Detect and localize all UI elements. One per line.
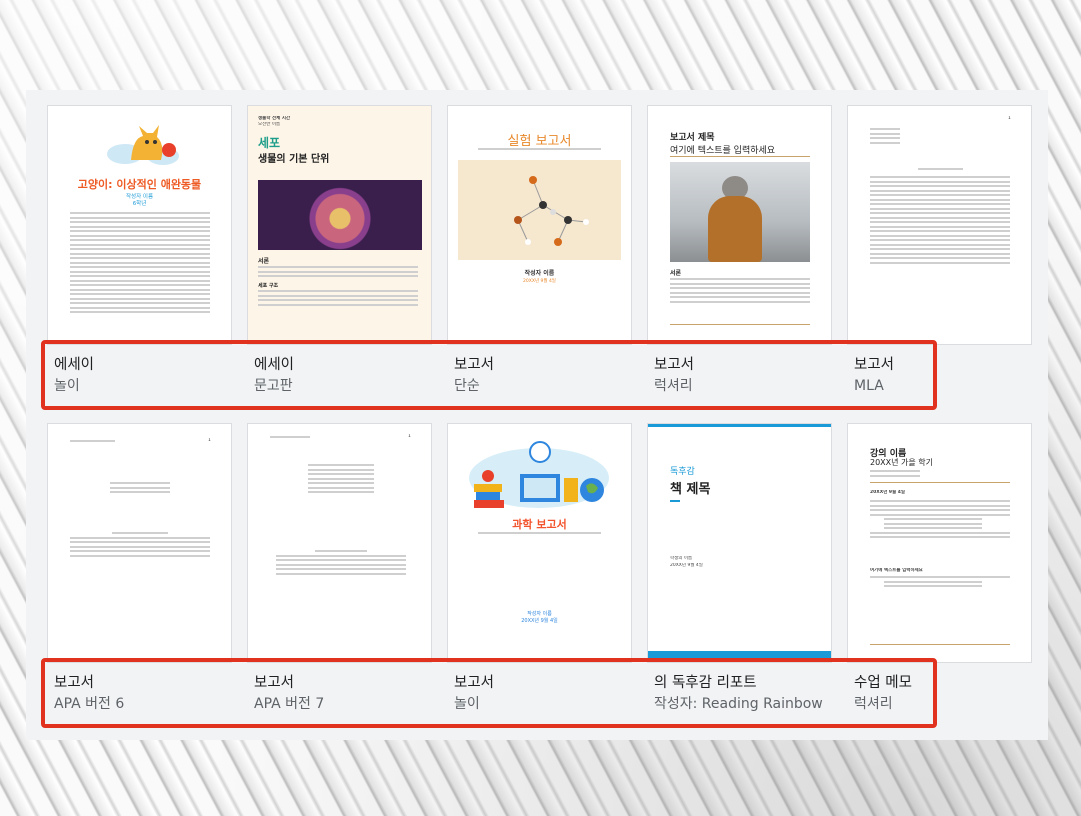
template-style: 놀이 xyxy=(454,696,480,712)
template-category: 보고서 xyxy=(254,675,295,691)
page-number: 1 xyxy=(408,434,411,439)
page-number: 1 xyxy=(1008,116,1011,121)
divider xyxy=(670,324,810,325)
template-card-report-apa6[interactable]: 1 xyxy=(48,424,231,662)
template-style: APA 버전 6 xyxy=(54,696,125,712)
divider xyxy=(670,156,810,157)
template-subtitle: 6학년 xyxy=(132,201,147,207)
template-date: 20XX년 9월 4일 xyxy=(521,618,558,624)
template-style: APA 버전 7 xyxy=(254,696,325,712)
template-style: 럭셔리 xyxy=(654,378,693,394)
title-block-placeholder xyxy=(110,482,170,496)
date-heading: 20XX년 9월 4일 xyxy=(870,490,906,495)
body-text-placeholder xyxy=(276,550,406,577)
template-label[interactable]: 보고서 럭셔리 xyxy=(654,355,844,397)
template-style: 놀이 xyxy=(54,378,80,394)
section-heading: 여기에 텍스트를 입력하세요 xyxy=(870,568,923,573)
template-kicker-2: 오전반 이름 xyxy=(258,122,281,127)
template-date: 20XX년 9월 4일 xyxy=(670,563,703,568)
template-title: 세포 xyxy=(258,136,281,150)
template-label[interactable]: 보고서 놀이 xyxy=(454,673,644,715)
science-illustration xyxy=(469,441,609,508)
template-title: 책 제목 xyxy=(670,482,711,497)
divider xyxy=(870,644,1010,645)
template-label[interactable]: 수업 메모 럭셔리 xyxy=(854,673,934,715)
title-underline xyxy=(670,500,680,502)
section-heading: 서론 xyxy=(258,258,270,265)
template-card-report-simple[interactable]: 실험 보고서 작성자 이름 20XX년 9월 4일 xyxy=(448,106,631,344)
template-gallery: 고양이: 이상적인 애완동물 작성자 이름 6학년 생물학 전체 시간 오전반 … xyxy=(26,90,1048,740)
template-title: 여기에 텍스트를 입력하세요 xyxy=(670,146,776,156)
body-text-placeholder xyxy=(670,278,810,305)
template-style: 문고판 xyxy=(254,378,293,394)
top-accent-bar xyxy=(648,424,831,427)
template-subtitle: 20XX년 가을 학기 xyxy=(870,458,934,467)
template-card-essay-paperback[interactable]: 생물학 전체 시간 오전반 이름 세포 생물의 기본 단위 서론 세포 구조 xyxy=(248,106,431,344)
template-card-book-report[interactable]: 독후감 책 제목 학생의 이름 20XX년 9월 4일 xyxy=(648,424,831,662)
body-text-placeholder xyxy=(70,212,210,316)
template-kicker: 생물학 전체 시간 xyxy=(258,116,291,121)
body-text-placeholder xyxy=(70,532,210,559)
running-head-placeholder xyxy=(270,436,310,441)
template-category: 보고서 xyxy=(454,357,495,373)
template-label[interactable]: 의 독후감 리포트 작성자: Reading Rainbow xyxy=(654,673,844,715)
template-kicker: 독후감 xyxy=(670,467,695,477)
section-heading: 세포 구조 xyxy=(258,283,279,289)
section-heading: 서론 xyxy=(670,270,682,277)
template-author: 작성자 이름 xyxy=(524,270,555,277)
template-title-small: 보고서 제목 xyxy=(670,133,715,143)
template-style: 단순 xyxy=(454,378,480,394)
cell-illustration xyxy=(258,180,422,250)
title-placeholder xyxy=(918,168,963,173)
template-style: 럭셔리 xyxy=(854,696,893,712)
template-card-report-playful[interactable]: 과학 보고서 작성자 이름 20XX년 9월 4일 xyxy=(448,424,631,662)
title-block-placeholder xyxy=(308,464,374,496)
cat-illustration-icon xyxy=(107,125,179,165)
template-title: 과학 보고서 xyxy=(512,518,567,531)
template-card-report-mla[interactable]: 1 xyxy=(848,106,1031,344)
template-card-class-notes[interactable]: 강의 이름 20XX년 가을 학기 20XX년 9월 4일 여기에 텍스트를 입… xyxy=(848,424,1031,662)
template-title: 고양이: 이상적인 애완동물 xyxy=(77,178,202,191)
template-date: 20XX년 9월 4일 xyxy=(523,279,556,284)
subtitle-placeholder xyxy=(870,470,920,479)
page-number: 1 xyxy=(208,438,211,443)
template-category: 의 독후감 리포트 xyxy=(654,675,757,691)
body-text-placeholder xyxy=(870,500,1010,541)
template-author: 학생의 이름 xyxy=(670,556,693,561)
hiker-photo xyxy=(670,162,810,262)
template-label[interactable]: 보고서 단순 xyxy=(454,355,644,397)
template-card-report-apa7[interactable]: 1 xyxy=(248,424,431,662)
template-category: 보고서 xyxy=(454,675,495,691)
template-style: MLA xyxy=(854,378,884,394)
subtitle-placeholder xyxy=(478,148,601,153)
template-category: 보고서 xyxy=(654,357,695,373)
template-label[interactable]: 에세이 놀이 xyxy=(54,355,244,397)
molecule-illustration xyxy=(458,160,621,260)
template-category: 에세이 xyxy=(254,357,295,373)
header-placeholder xyxy=(870,128,900,146)
body-text-placeholder xyxy=(870,576,1010,590)
template-category: 수업 메모 xyxy=(854,675,912,691)
template-label[interactable]: 에세이 문고판 xyxy=(254,355,444,397)
body-text-placeholder xyxy=(258,266,418,280)
template-category: 보고서 xyxy=(54,675,95,691)
template-category: 에세이 xyxy=(54,357,95,373)
divider xyxy=(870,482,1010,483)
template-title: 실험 보고서 xyxy=(507,134,572,149)
template-card-report-luxury[interactable]: 보고서 제목 여기에 텍스트를 입력하세요 서론 xyxy=(648,106,831,344)
template-label[interactable]: 보고서 APA 버전 7 xyxy=(254,673,444,715)
template-style: 작성자: Reading Rainbow xyxy=(654,696,823,712)
subtitle-placeholder xyxy=(478,532,601,537)
template-label[interactable]: 보고서 MLA xyxy=(854,355,934,397)
body-text-placeholder xyxy=(258,290,418,308)
template-subtitle: 생물의 기본 단위 xyxy=(258,154,330,165)
template-label[interactable]: 보고서 APA 버전 6 xyxy=(54,673,244,715)
template-card-essay-playful[interactable]: 고양이: 이상적인 애완동물 작성자 이름 6학년 xyxy=(48,106,231,344)
template-author: 작성자 이름 xyxy=(527,611,552,617)
template-category: 보고서 xyxy=(854,357,895,373)
running-head-placeholder xyxy=(70,440,115,445)
body-text-placeholder xyxy=(870,176,1010,266)
